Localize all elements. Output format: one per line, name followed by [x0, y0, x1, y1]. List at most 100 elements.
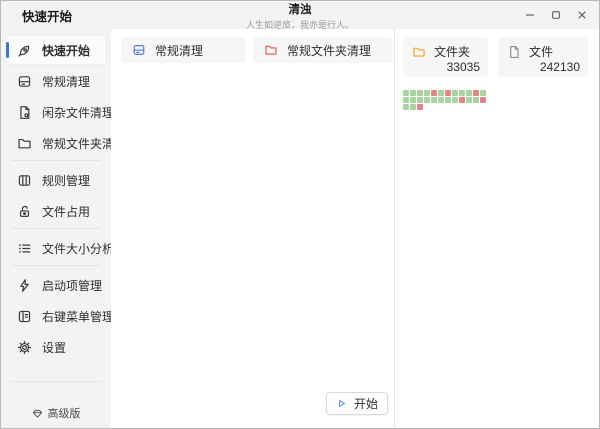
grid-cell	[403, 97, 409, 103]
close-button[interactable]	[572, 6, 591, 25]
stat-card-value: 242130	[507, 60, 580, 74]
titlebar: 快速开始 清浊 人生如逆旅，我亦是行人。	[1, 1, 599, 29]
sidebar-item-label: 文件大小分析	[42, 240, 114, 257]
grid-cell	[466, 90, 472, 96]
app-title: 清浊	[246, 4, 354, 18]
grid-row	[403, 90, 599, 96]
window-body: 快速开始常规清理闲杂文件清理常规文件夹清理规则管理文件占用文件大小分析启动项管理…	[1, 29, 599, 428]
sidebar-item-label: 闲杂文件清理	[42, 104, 114, 121]
sidebar-item-rules-manage[interactable]: 规则管理	[6, 166, 106, 194]
sidebar-item-label: 启动项管理	[42, 277, 102, 294]
sidebar-divider	[11, 265, 101, 266]
grid-cell	[459, 90, 465, 96]
grid-cell	[473, 97, 479, 103]
sidebar-divider	[11, 228, 101, 229]
grid-cell	[424, 90, 430, 96]
edition-label: 高级版	[48, 405, 81, 421]
action-card-label: 常规文件夹清理	[287, 42, 371, 59]
grid-cell	[438, 97, 444, 103]
sidebar: 快速开始常规清理闲杂文件清理常规文件夹清理规则管理文件占用文件大小分析启动项管理…	[1, 29, 111, 428]
grid-cell	[445, 97, 451, 103]
minimize-button[interactable]	[520, 6, 539, 25]
list-icon	[17, 241, 32, 256]
stat-card-header: 文件夹	[412, 43, 480, 60]
grid-row	[403, 104, 599, 110]
stat-card-value: 33035	[412, 60, 480, 74]
grid-cell	[431, 97, 437, 103]
grid-cell	[438, 90, 444, 96]
grid-cell	[480, 97, 486, 103]
grid-cell	[424, 97, 430, 103]
grid-cell	[417, 97, 423, 103]
sidebar-item-label: 快速开始	[42, 42, 90, 59]
titlebar-left: 快速开始	[1, 6, 72, 25]
grid-cell	[459, 97, 465, 103]
maximize-button[interactable]	[546, 6, 565, 25]
start-button[interactable]: 开始	[326, 392, 388, 415]
play-icon	[336, 398, 347, 409]
folder-icon	[17, 136, 32, 151]
app-window: 快速开始 清浊 人生如逆旅，我亦是行人。 快速开始常规清理闲杂文件清理常规文件夹…	[0, 0, 600, 429]
grid-row	[403, 97, 599, 103]
grid-cell	[431, 90, 437, 96]
gem-icon	[32, 408, 43, 419]
sidebar-item-premium[interactable]: 高级版	[1, 405, 111, 421]
sidebar-item-folder-clean[interactable]: 常规文件夹清理	[6, 129, 106, 157]
sidebar-item-startup-manage[interactable]: 启动项管理	[6, 271, 106, 299]
sidebar-item-misc-file-clean[interactable]: 闲杂文件清理	[6, 98, 106, 126]
grid-cell	[417, 104, 423, 110]
clean-icon	[17, 74, 32, 89]
grid-cell	[410, 97, 416, 103]
clean-icon	[132, 43, 146, 57]
grid-cell	[480, 90, 486, 96]
grid-cell	[403, 90, 409, 96]
grid-cell	[466, 97, 472, 103]
activity-grid	[403, 90, 599, 110]
gear-icon	[17, 340, 32, 355]
close-icon	[576, 9, 588, 21]
sidebar-item-label: 文件占用	[42, 203, 90, 220]
minimize-icon	[524, 9, 536, 21]
sidebar-footer-divider	[11, 381, 101, 382]
stat-card-label: 文件夹	[434, 43, 470, 60]
sidebar-item-file-size-analysis[interactable]: 文件大小分析	[6, 234, 106, 262]
stat-cards: 文件夹33035 文件242130	[403, 37, 599, 77]
sidebar-item-quick-start[interactable]: 快速开始	[6, 36, 106, 64]
folder-icon	[264, 43, 278, 57]
sidebar-item-label: 规则管理	[42, 172, 90, 189]
sidebar-item-context-menu-manage[interactable]: 右键菜单管理	[6, 302, 106, 330]
file-clean-icon	[17, 105, 32, 120]
sidebar-item-general-clean[interactable]: 常规清理	[6, 67, 106, 95]
page-title: 快速开始	[22, 6, 72, 25]
rules-icon	[17, 173, 32, 188]
stats-panel: 文件夹33035 文件242130	[394, 29, 599, 428]
unlock-icon	[17, 204, 32, 219]
grid-cell	[445, 90, 451, 96]
grid-cell	[452, 97, 458, 103]
main-panel: 常规清理 常规文件夹清理 开始	[111, 29, 394, 428]
sidebar-item-label: 常规清理	[42, 73, 90, 90]
sidebar-list: 快速开始常规清理闲杂文件清理常规文件夹清理规则管理文件占用文件大小分析启动项管理…	[1, 29, 111, 361]
action-card-label: 常规清理	[155, 42, 203, 59]
sidebar-item-file-occupy[interactable]: 文件占用	[6, 197, 106, 225]
folder-clean-card[interactable]: 常规文件夹清理	[253, 37, 393, 63]
file-icon	[507, 45, 521, 59]
start-button-label: 开始	[354, 395, 378, 412]
grid-cell	[473, 90, 479, 96]
general-clean-card[interactable]: 常规清理	[121, 37, 246, 63]
grid-cell	[417, 90, 423, 96]
maximize-icon	[550, 9, 562, 21]
context-menu-icon	[17, 309, 32, 324]
grid-cell	[410, 90, 416, 96]
sidebar-item-settings[interactable]: 设置	[6, 333, 106, 361]
grid-cell	[452, 90, 458, 96]
folder-icon	[412, 45, 426, 59]
grid-cell	[410, 104, 416, 110]
rocket-icon	[17, 43, 32, 58]
folder-stat: 文件夹33035	[403, 37, 488, 77]
stat-card-header: 文件	[507, 43, 580, 60]
stat-card-label: 文件	[529, 43, 553, 60]
grid-cell	[403, 104, 409, 110]
window-controls	[520, 1, 591, 29]
action-cards: 常规清理 常规文件夹清理	[121, 37, 394, 63]
